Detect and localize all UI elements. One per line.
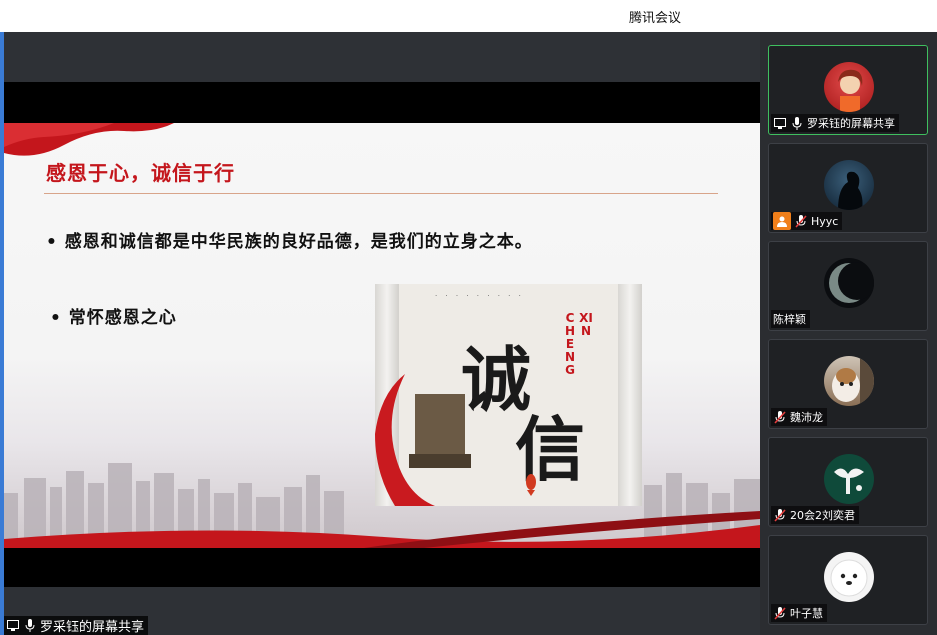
letterbox-bottom [4,548,760,587]
title-divider [44,193,718,194]
microphone-muted-icon [773,508,787,522]
microphone-muted-icon [773,410,787,424]
microphone-icon [23,619,37,633]
avatar [824,356,874,406]
participant-name-tag: 魏沛龙 [771,408,827,426]
participant-name: 叶子慧 [790,607,823,620]
window-title: 腾讯会议 [628,11,681,26]
avatar [824,160,874,210]
participant-name-tag: 叶子慧 [771,604,827,622]
participant-tile-4[interactable]: 魏沛龙 [768,339,928,429]
avatar [824,454,874,504]
presentation-slide: 感恩于心，诚信于行 • 感恩和诚信都是中华民族的良好品德，是我们的立身之本。 •… [4,123,760,548]
participant-list[interactable]: 罗采钰的屏幕共享 Hyyc 陈梓颖 魏沛龙 20会2刘奕君 叶子慧 [760,32,937,635]
participant-tile-6[interactable]: 叶子慧 [768,535,928,625]
participant-name-tag: Hyyc [771,212,843,230]
participant-name: 陈梓颖 [773,313,806,326]
screen-share-label: 罗采钰的屏幕共享 [4,616,149,635]
participant-tile-2[interactable]: Hyyc [768,143,928,233]
letterbox-top [4,82,760,123]
avatar [824,552,874,602]
participant-name-tag: 罗采钰的屏幕共享 [771,114,899,132]
screen-share-icon [6,619,20,633]
screen-share-label-text: 罗采钰的屏幕共享 [40,620,145,635]
participant-name: 罗采钰的屏幕共享 [807,117,895,130]
city-skyline [4,463,760,548]
poster-top-text: · · · · · · · · · [435,292,524,300]
participant-tile-5[interactable]: 20会2刘奕君 [768,437,928,527]
screen-share-icon [773,116,787,130]
shared-screen-view[interactable]: 感恩于心，诚信于行 • 感恩和诚信都是中华民族的良好品德，是我们的立身之本。 •… [4,32,760,635]
participant-tile-3[interactable]: 陈梓颖 [768,241,928,331]
participant-name-tag: 陈梓颖 [771,310,810,328]
participant-name: Hyyc [811,214,839,228]
user-badge-icon [773,212,791,230]
participant-name: 20会2刘奕君 [790,509,855,522]
slide-bullet-1: • 感恩和诚信都是中华民族的良好品德，是我们的立身之本。 [46,232,533,252]
participant-tile-1[interactable]: 罗采钰的屏幕共享 [768,45,928,135]
poster-pinyin-xin: XIN [579,311,593,338]
slide-title: 感恩于心，诚信于行 [46,161,235,185]
avatar [824,62,874,112]
slide-bullet-2: • 常怀感恩之心 [50,308,177,328]
avatar [824,258,874,308]
participant-name: 魏沛龙 [790,411,823,424]
microphone-muted-icon [773,606,787,620]
participant-name-tag: 20会2刘奕君 [771,506,859,524]
microphone-muted-icon [794,214,808,228]
microphone-icon [790,116,804,130]
title-bar: 腾讯会议 [0,0,937,33]
